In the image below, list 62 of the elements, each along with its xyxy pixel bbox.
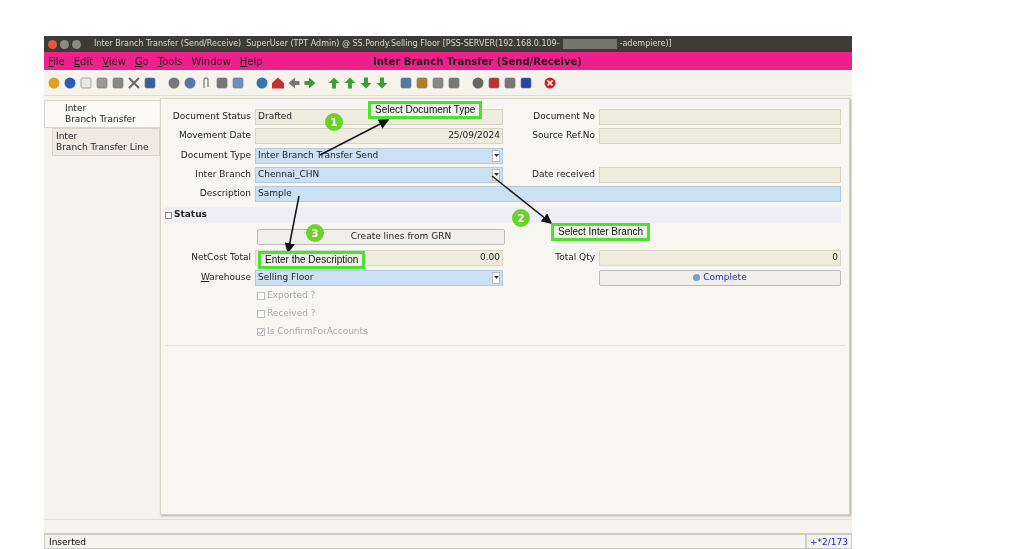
warehouse-dropdown[interactable]: Selling Floor [255,269,503,286]
menu-item[interactable]: Go [134,53,149,69]
right-arrow-icon[interactable] [304,76,316,89]
home-icon[interactable] [272,76,284,89]
field-label: Movement Date [177,129,252,143]
callout-tooltip: Select Inter Branch [551,223,651,241]
window-title: -adempiere)] [619,38,672,50]
field-label: Source Ref.No [531,129,596,143]
field-label: Document Type [179,148,252,162]
source-ref-field[interactable] [599,128,841,144]
field-label: Document Status [171,109,252,123]
document-no-field[interactable] [599,108,841,125]
record-counter[interactable]: +*2/173 [806,534,852,549]
minimize-icon[interactable] [60,39,69,49]
close-icon[interactable] [48,39,57,49]
callout-tooltip: Select Document Type [368,101,483,119]
callout-tooltip: Enter the Description [258,251,366,269]
down-arrow-icon[interactable] [360,76,372,89]
tab[interactable]: Inter Branch Transfer [44,100,160,128]
header-title: Inter Branch Transfer (Send/Receive) [373,54,582,69]
checkbox: Exported ? [257,289,316,303]
dropdown-icon[interactable] [492,168,500,181]
field-label: Date received [531,167,596,181]
window-title: Inter Branch Transfer (Send/Receive) SuperUser (TPT Admin) @ SS.Pondy.Selling Floor [PSS-SERVER(192.168.0.109- [94,38,560,50]
menu-item[interactable]: File [48,53,65,69]
first-record-icon[interactable] [328,76,340,89]
checkbox: Is ConfirmForAccounts [257,325,368,339]
menu-item[interactable]: Window [191,53,231,69]
total-qty-field[interactable]: 0 [599,250,841,266]
up-arrow-icon[interactable] [344,76,356,89]
checkbox: Received ? [257,307,316,321]
last-record-icon[interactable] [376,76,388,89]
field-label: Total Qty [554,251,596,265]
date-field[interactable]: 25/09/2024 [255,128,503,144]
status-message: Inserted [44,534,806,549]
redaction-block [562,39,617,49]
checkmark-icon [258,329,264,335]
description-field[interactable]: Sample [255,186,841,202]
document-type-dropdown[interactable]: Inter Branch Transfer Send [255,147,503,164]
date-received-field[interactable] [599,166,841,183]
section-title[interactable]: Status [174,208,207,222]
menu-item[interactable]: Tools [157,53,183,69]
arrow [491,175,553,224]
field-label: Description [198,187,252,201]
field-label: Document No [532,109,596,123]
attachment-icon[interactable] [200,76,212,89]
menu-item[interactable]: Help [239,53,263,69]
dropdown-icon[interactable] [492,149,500,162]
field-label: Warehouse [199,270,252,284]
maximize-icon[interactable] [72,39,81,49]
field-label: Inter Branch [194,167,252,181]
close-window-icon[interactable] [544,76,556,89]
complete-button[interactable]: Complete [599,269,841,286]
expand-icon[interactable] [165,211,172,219]
inter-branch-dropdown[interactable]: Chennai_CHN [255,166,503,183]
status-icon [693,274,701,281]
menu-item[interactable]: Edit [73,53,94,69]
left-arrow-icon[interactable] [288,76,300,89]
menu-item[interactable]: View [102,53,126,69]
dropdown-icon[interactable] [492,271,500,284]
field-label: NetCost Total [190,251,252,265]
tab[interactable]: Inter Branch Transfer Line [52,128,160,156]
